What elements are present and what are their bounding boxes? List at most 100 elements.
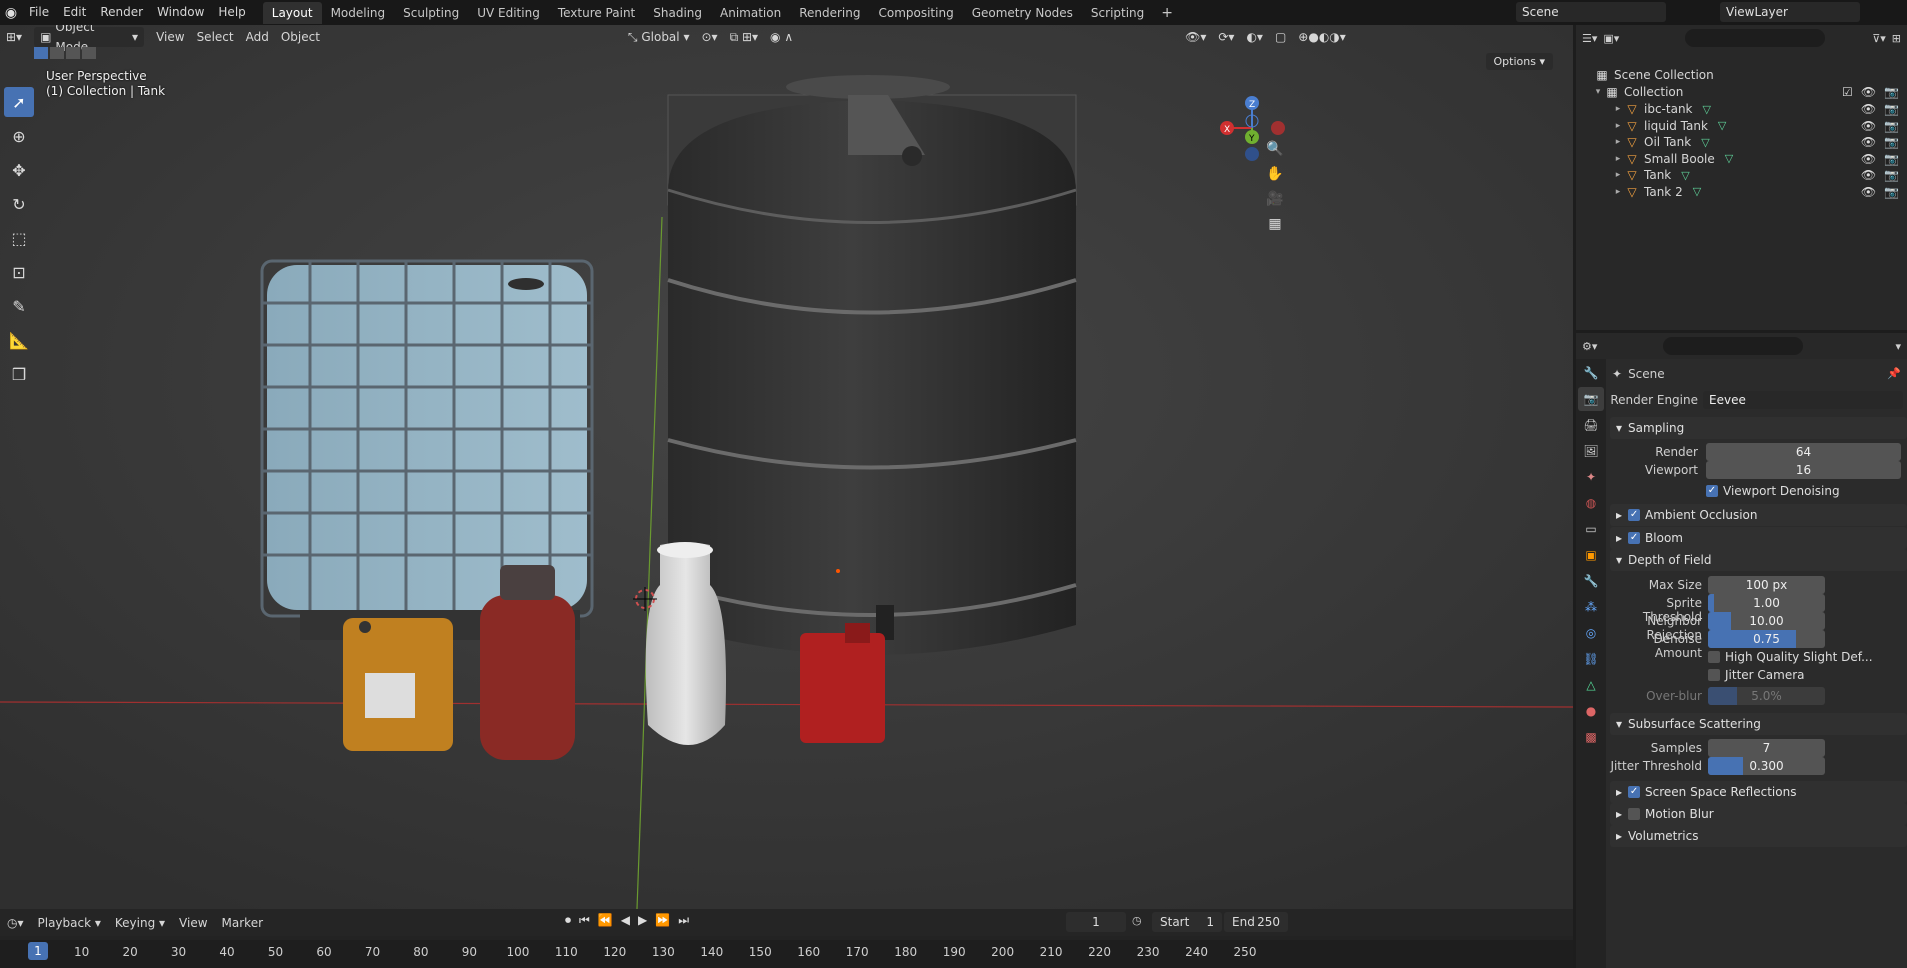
jump-start-icon[interactable]: ⏮ bbox=[579, 913, 590, 928]
ambient-occlusion-checkbox[interactable]: ✓ bbox=[1628, 509, 1641, 521]
timeline-ruler[interactable]: 1 10 20 30 40 50 60 70 80 90 100 110 120 130 140 150 160… bbox=[0, 940, 1573, 968]
ambient-occlusion-panel-header[interactable]: ▸ ✓ Ambient Occlusion bbox=[1610, 504, 1907, 526]
output-tab-icon[interactable]: 🖨 bbox=[1578, 413, 1604, 437]
jump-end-icon[interactable]: ⏭ bbox=[678, 913, 689, 928]
high-quality-slight-defocus-checkbox[interactable]: High Quality Slight Def... bbox=[1708, 650, 1873, 664]
red-jerrycan-object[interactable] bbox=[800, 623, 885, 743]
pin-icon[interactable]: 📌 bbox=[1887, 367, 1901, 380]
motion-blur-panel-header[interactable]: ▸ Motion Blur bbox=[1610, 803, 1907, 825]
ortho-toggle-icon[interactable]: ▦ bbox=[1263, 212, 1287, 236]
ssr-panel-header[interactable]: ▸ ✓ Screen Space Reflections bbox=[1610, 781, 1907, 803]
neighbor-rejection-field[interactable]: 10.00 bbox=[1708, 612, 1825, 630]
camera-icon[interactable]: 📷 bbox=[1884, 168, 1899, 182]
menu-render[interactable]: Render bbox=[93, 0, 150, 25]
menu-marker[interactable]: Marker bbox=[215, 916, 270, 930]
sprite-threshold-field[interactable]: 1.00 bbox=[1708, 594, 1825, 612]
menu-view[interactable]: View bbox=[150, 27, 190, 47]
view-layer-tab-icon[interactable]: 🖼 bbox=[1578, 439, 1604, 463]
eye-icon[interactable]: 👁 bbox=[1861, 119, 1876, 133]
blender-logo-icon[interactable]: ◉ bbox=[0, 2, 22, 24]
expand-arrow-icon[interactable]: ▸ bbox=[1612, 170, 1624, 180]
menu-window[interactable]: Window bbox=[150, 0, 211, 25]
expand-arrow-icon[interactable]: ▸ bbox=[1612, 154, 1624, 164]
play-icon[interactable]: ▶ bbox=[638, 913, 647, 928]
menu-playback[interactable]: Playback ▾ bbox=[31, 916, 108, 930]
bloom-checkbox[interactable]: ✓ bbox=[1628, 532, 1641, 544]
tab-sculpting[interactable]: Sculpting bbox=[394, 2, 468, 24]
add-workspace-icon[interactable]: + bbox=[1153, 5, 1181, 21]
world-tab-icon[interactable]: ◍ bbox=[1578, 491, 1604, 515]
xray-icon[interactable]: ▢ bbox=[1269, 27, 1292, 47]
scale-tool-icon[interactable]: ⬚ bbox=[4, 223, 34, 253]
transform-orientation-selector[interactable]: ⤡ Global ▾ bbox=[622, 27, 696, 47]
select-subtract-icon[interactable] bbox=[66, 47, 80, 59]
select-intersect-icon[interactable] bbox=[82, 47, 96, 59]
mesh-data-icon[interactable]: ▽ bbox=[1701, 136, 1709, 149]
playhead-marker[interactable]: 1 bbox=[28, 942, 48, 960]
camera-icon[interactable]: 📷 bbox=[1884, 152, 1899, 166]
options-chevron-icon[interactable]: ▾ bbox=[1895, 340, 1901, 353]
start-frame-field[interactable]: Start 1 bbox=[1152, 912, 1222, 932]
camera-icon[interactable]: 📷 bbox=[1884, 102, 1899, 116]
texture-tab-icon[interactable]: ▩ bbox=[1578, 725, 1604, 749]
editor-type-icon[interactable]: ⊞▾ bbox=[0, 27, 28, 47]
expand-arrow-icon[interactable]: ▸ bbox=[1612, 137, 1624, 147]
physics-tab-icon[interactable]: ◎ bbox=[1578, 621, 1604, 645]
scene-selector[interactable]: Scene bbox=[1516, 2, 1666, 22]
camera-icon[interactable]: 📷 bbox=[1884, 135, 1899, 149]
record-icon[interactable]: ⏺ bbox=[565, 913, 571, 928]
play-reverse-icon[interactable]: ◀ bbox=[621, 913, 630, 928]
tab-layout[interactable]: Layout bbox=[262, 1, 322, 24]
transform-tool-icon[interactable]: ⊡ bbox=[4, 257, 34, 287]
shading-modes[interactable]: ⊕●◐◑▾ bbox=[1292, 27, 1352, 47]
eye-icon[interactable]: 👁 bbox=[1861, 185, 1876, 199]
volumetrics-panel-header[interactable]: ▸ Volumetrics bbox=[1610, 825, 1907, 847]
eye-icon[interactable]: 👁 bbox=[1861, 135, 1876, 149]
select-extend-icon[interactable] bbox=[50, 47, 64, 59]
viewport-denoising-checkbox[interactable]: ✓ Viewport Denoising bbox=[1706, 484, 1840, 498]
outliner-type-icon[interactable]: ☰▾ bbox=[1582, 32, 1597, 45]
gizmo-toggle-icon[interactable]: ⟳▾ bbox=[1212, 27, 1240, 47]
prev-keyframe-icon[interactable]: ⏪ bbox=[598, 913, 613, 928]
tab-texture-paint[interactable]: Texture Paint bbox=[549, 2, 644, 24]
eye-icon[interactable]: 👁 bbox=[1861, 85, 1876, 99]
tab-shading[interactable]: Shading bbox=[644, 2, 711, 24]
motion-blur-checkbox[interactable] bbox=[1628, 808, 1641, 820]
depth-of-field-panel-header[interactable]: ▾ Depth of Field bbox=[1610, 549, 1907, 571]
render-samples-field[interactable]: 64 bbox=[1706, 443, 1901, 461]
tab-rendering[interactable]: Rendering bbox=[790, 2, 869, 24]
data-tab-icon[interactable]: △ bbox=[1578, 673, 1604, 697]
select-tool-icon[interactable]: ➚ bbox=[4, 87, 34, 117]
sss-jitter-threshold-field[interactable]: 0.300 bbox=[1708, 757, 1825, 775]
tab-modeling[interactable]: Modeling bbox=[322, 2, 395, 24]
menu-edit[interactable]: Edit bbox=[56, 0, 93, 25]
3d-viewport[interactable]: Z X Y ⊞▾ ▣ Object Mode ▾ View Select Add… bbox=[0, 25, 1573, 909]
eye-icon[interactable]: 👁 bbox=[1861, 168, 1876, 182]
sss-samples-field[interactable]: 7 bbox=[1708, 739, 1825, 757]
zoom-icon[interactable]: 🔍 bbox=[1263, 137, 1287, 161]
next-keyframe-icon[interactable]: ⏩ bbox=[655, 913, 670, 928]
tab-animation[interactable]: Animation bbox=[711, 2, 790, 24]
menu-select[interactable]: Select bbox=[191, 27, 240, 47]
camera-icon[interactable]: 📷 bbox=[1884, 185, 1899, 199]
rotate-tool-icon[interactable]: ↻ bbox=[4, 189, 34, 219]
eye-icon[interactable]: 👁 bbox=[1861, 152, 1876, 166]
options-dropdown[interactable]: Options ▾ bbox=[1485, 53, 1553, 70]
filter-icon[interactable]: ⊽▾ bbox=[1872, 32, 1886, 45]
outliner-search-input[interactable] bbox=[1685, 29, 1826, 47]
new-collection-icon[interactable]: ⊞ bbox=[1892, 32, 1901, 45]
menu-file[interactable]: File bbox=[22, 0, 56, 25]
scene-tab-icon[interactable]: ✦ bbox=[1578, 465, 1604, 489]
render-engine-dropdown[interactable]: Eevee bbox=[1703, 391, 1903, 409]
mesh-data-icon[interactable]: ▽ bbox=[1725, 152, 1733, 165]
tab-geometry-nodes[interactable]: Geometry Nodes bbox=[963, 2, 1082, 24]
expand-arrow-icon[interactable]: ▸ bbox=[1612, 104, 1624, 114]
constraints-tab-icon[interactable]: ⛓ bbox=[1578, 647, 1604, 671]
properties-search-input[interactable] bbox=[1663, 337, 1804, 355]
menu-object[interactable]: Object bbox=[275, 27, 326, 47]
max-size-field[interactable]: 100 px bbox=[1708, 576, 1825, 594]
mode-selector[interactable]: ▣ Object Mode ▾ bbox=[34, 25, 145, 54]
move-tool-icon[interactable]: ✥ bbox=[4, 155, 34, 185]
menu-timeline-view[interactable]: View bbox=[172, 916, 214, 930]
object-tab-icon[interactable]: ▣ bbox=[1578, 543, 1604, 567]
